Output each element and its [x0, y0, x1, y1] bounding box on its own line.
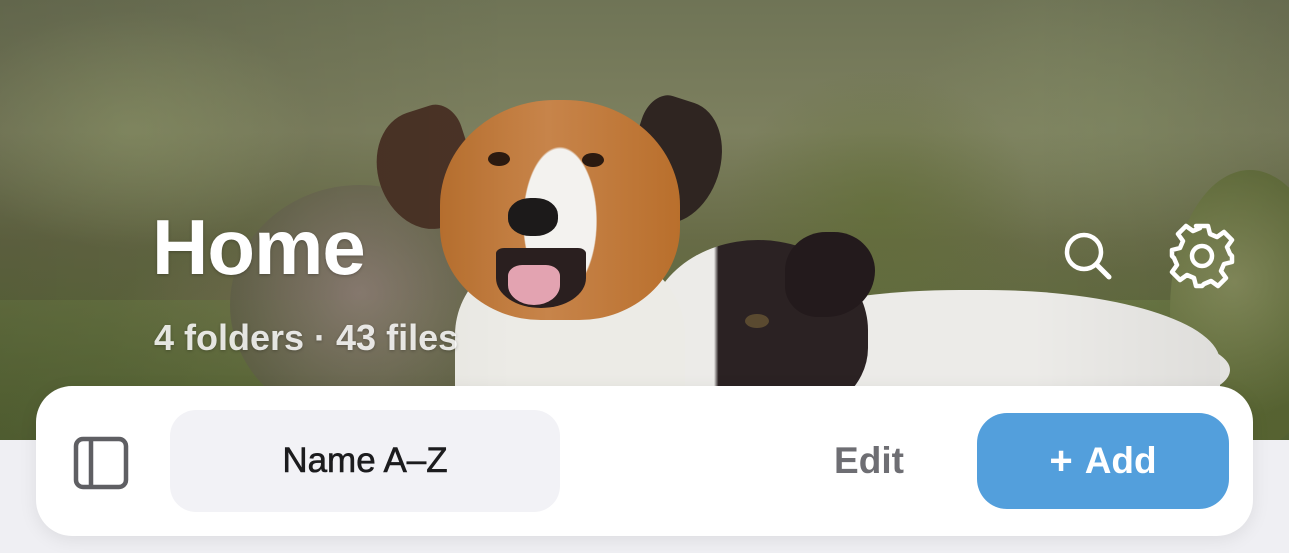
folder-file-count: 4 folders · 43 files [154, 317, 459, 358]
sidebar-toggle-button[interactable] [64, 426, 138, 500]
search-icon [1064, 232, 1112, 280]
add-button-label: Add [1084, 440, 1157, 481]
sidebar-icon [73, 436, 129, 490]
settings-button[interactable] [1166, 220, 1238, 292]
edit-button[interactable]: Edit [810, 422, 928, 500]
gear-icon [1169, 223, 1235, 289]
plus-icon: + [1049, 439, 1073, 483]
add-button[interactable]: + Add [977, 413, 1229, 509]
search-button[interactable] [1052, 220, 1124, 292]
sort-button[interactable]: Name A–Z [170, 410, 560, 512]
page-title: Home [152, 203, 366, 291]
